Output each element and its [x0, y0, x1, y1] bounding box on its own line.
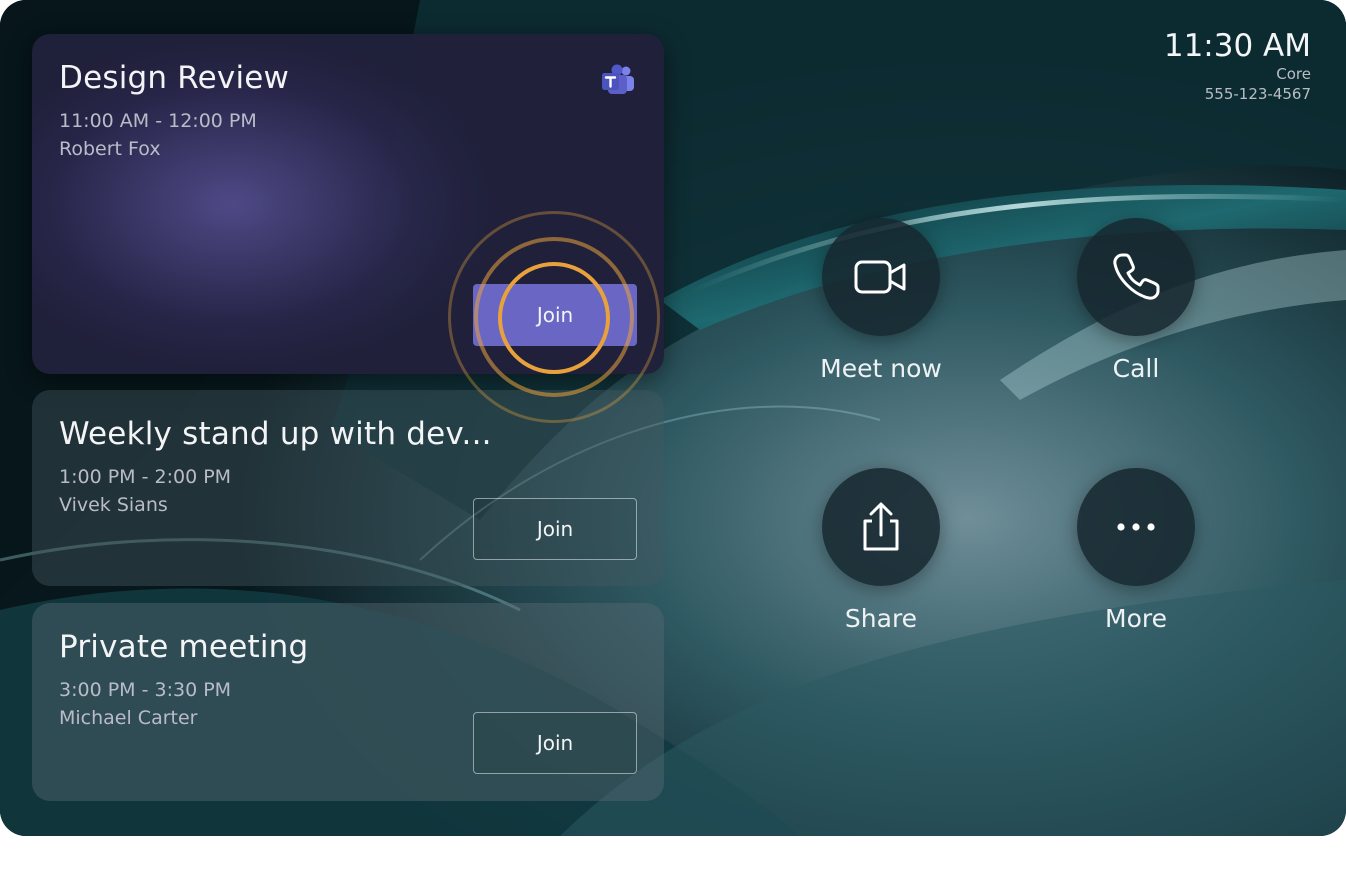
meeting-card-design-review[interactable]: Design Review 11:00 AM - 12:00 PM Robert…	[32, 34, 664, 374]
meeting-card-weekly-stand-up[interactable]: Weekly stand up with dev... 1:00 PM - 2:…	[32, 390, 664, 586]
share-action[interactable]: Share	[781, 468, 981, 633]
meet-now-action[interactable]: Meet now	[781, 218, 981, 383]
more-action[interactable]: More	[1036, 468, 1236, 633]
device-name: Core	[1276, 65, 1311, 83]
call-action[interactable]: Call	[1036, 218, 1236, 383]
meeting-title: Private meeting	[59, 629, 309, 665]
meet-now-label: Meet now	[820, 354, 942, 383]
meeting-time: 3:00 PM - 3:30 PM	[59, 679, 232, 701]
status-panel: 11:30 AM Core 555-123-4567	[1164, 28, 1311, 104]
share-label: Share	[844, 604, 918, 633]
phone-icon	[1113, 253, 1160, 300]
meeting-organizer: Vivek Sians	[59, 494, 168, 516]
meeting-organizer: Robert Fox	[59, 138, 161, 160]
teams-room-screen: Design Review 11:00 AM - 12:00 PM Robert…	[0, 0, 1346, 836]
join-button-private-meeting[interactable]: Join	[473, 712, 637, 774]
join-button-design-review[interactable]: Join	[473, 284, 637, 346]
meeting-title: Design Review	[59, 60, 290, 96]
meeting-organizer: Michael Carter	[59, 707, 198, 729]
join-button-weekly-stand-up[interactable]: Join	[473, 498, 637, 560]
phone-number: 555-123-4567	[1204, 85, 1311, 103]
share-button[interactable]	[822, 468, 940, 586]
meeting-title: Weekly stand up with dev...	[59, 416, 492, 452]
meet-now-button[interactable]	[822, 218, 940, 336]
more-button[interactable]	[1077, 468, 1195, 586]
call-label: Call	[1112, 354, 1160, 383]
meeting-card-private-meeting[interactable]: Private meeting 3:00 PM - 3:30 PM Michae…	[32, 603, 664, 801]
teams-icon	[602, 64, 634, 94]
video-camera-icon	[854, 260, 906, 294]
call-button[interactable]	[1077, 218, 1195, 336]
share-icon	[863, 502, 899, 551]
clock-time: 11:30 AM	[1163, 28, 1311, 64]
meeting-time: 11:00 AM - 12:00 PM	[59, 110, 257, 132]
more-label: More	[1105, 604, 1167, 633]
more-icon	[1117, 523, 1155, 531]
meeting-time: 1:00 PM - 2:00 PM	[59, 466, 232, 488]
